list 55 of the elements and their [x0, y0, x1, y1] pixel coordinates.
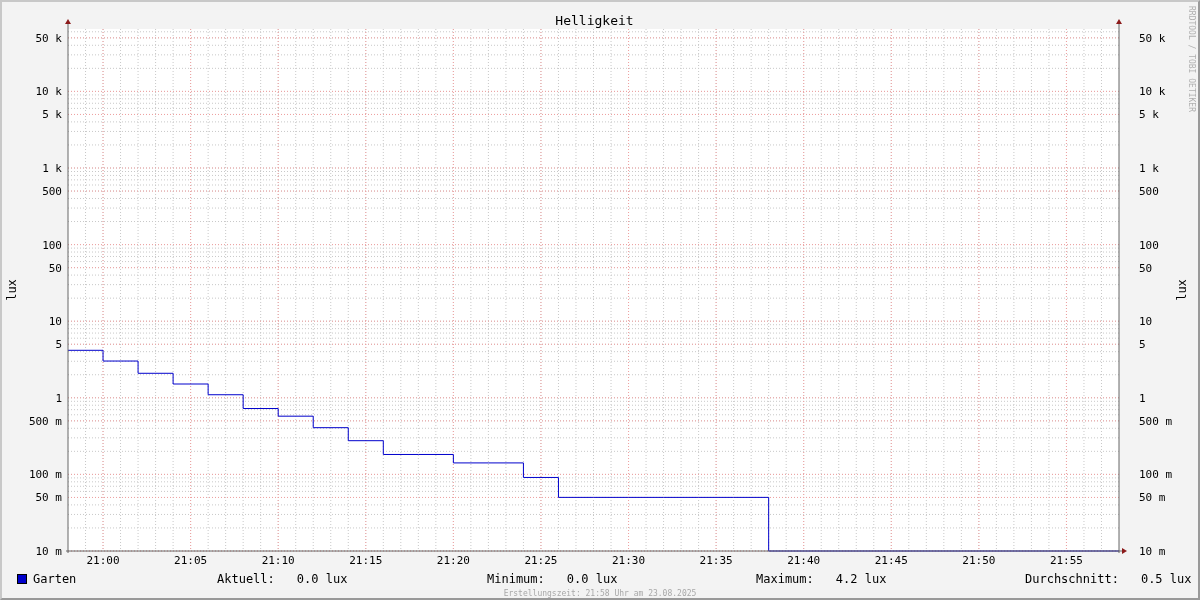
axis-tick-label: 10 k: [35, 85, 62, 99]
axis-tick-label: 21:10: [261, 554, 295, 567]
axis-tick-label: 500 m: [28, 414, 62, 428]
axis-tick-label: 10 m: [35, 545, 62, 558]
axis-tick-label: 1: [1139, 391, 1146, 405]
axis-tick-label: 10: [48, 315, 62, 329]
axis-tick-label: 100 m: [1139, 468, 1173, 482]
axis-tick-label: 10 k: [1139, 85, 1166, 99]
stat-label: Durchschnitt:: [1025, 571, 1119, 586]
axis-tick-label: 100: [42, 238, 62, 252]
stat-value: 4.2 lux: [835, 571, 887, 586]
axis-tick-label: 21:45: [874, 554, 908, 567]
axis-tick-label: 50: [48, 261, 62, 275]
axis-label: lux: [5, 279, 19, 301]
legend-swatch: [17, 573, 27, 584]
credit-text: RRDTOOL / TOBI OETIKER: [1187, 6, 1196, 112]
creation-time-text: Erstellungszeit: 21:58 Uhr am 23.08.2025: [502, 588, 698, 598]
axis-tick-label: 50 k: [35, 31, 62, 45]
axis-tick-label: 21:35: [699, 554, 733, 567]
axis-tick-label: 21:25: [524, 554, 558, 567]
axis-tick-label: 50: [1139, 261, 1153, 275]
axis-label: lux: [1175, 279, 1189, 301]
axis-tick-label: 5 k: [1139, 108, 1159, 122]
stat-label: Maximum:: [756, 571, 814, 586]
axis-tick-label: 50 m: [35, 491, 62, 505]
axis-tick-label: 100: [1139, 238, 1159, 252]
axis-tick-label: 500: [42, 185, 62, 199]
axis-tick-label: 21:15: [349, 554, 383, 567]
axis-tick-label: 1 k: [42, 162, 62, 175]
stat-label: Aktuell:: [217, 571, 275, 586]
stat-value: 0.0 lux: [296, 571, 348, 586]
axis-tick-label: 50 m: [1139, 491, 1166, 505]
axis-tick-label: 21:05: [174, 554, 208, 567]
axis-tick-label: 21:50: [962, 554, 996, 567]
axis-tick-label: 21:30: [611, 554, 646, 567]
stat-value: 0.5 lux: [1140, 571, 1192, 586]
axis-tick-label: 50 k: [1139, 31, 1166, 45]
axis-tick-label: 21:00: [86, 554, 120, 567]
axis-tick-label: 100 m: [28, 468, 62, 482]
axis-tick-label: 21:40: [787, 554, 821, 567]
axis-tick-label: 1: [55, 391, 62, 405]
axis-tick-label: 21:20: [436, 554, 470, 567]
stat-value: 0.0 lux: [566, 571, 618, 586]
stat-label: Minimum:: [487, 571, 545, 586]
axis-tick-label: 21:55: [1049, 554, 1083, 567]
axis-tick-label: 1 k: [1139, 162, 1159, 175]
axis-tick-label: 10: [1139, 315, 1153, 329]
axis-tick-label: 500 m: [1139, 414, 1173, 428]
axis-tick-label: 5 k: [42, 108, 62, 122]
axis-tick-label: 10 m: [1139, 545, 1166, 558]
axis-tick-label: 5: [1139, 338, 1146, 352]
chart-title: Helligkeit: [555, 13, 634, 28]
legend-label: Garten: [33, 571, 77, 586]
axis-tick-label: 5: [55, 338, 62, 352]
axis-tick-label: 500: [1139, 185, 1159, 199]
